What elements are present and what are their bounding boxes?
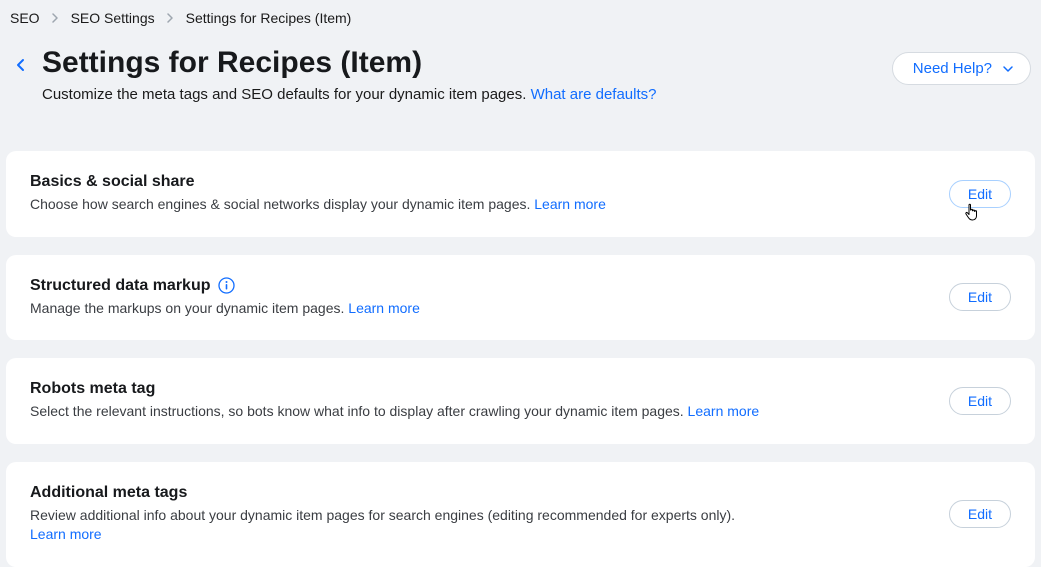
card-title: Additional meta tags <box>30 484 187 502</box>
settings-card: Basics & social share Choose how search e… <box>6 151 1035 237</box>
chevron-down-icon <box>1002 65 1014 73</box>
cursor-pointer-icon <box>964 203 980 221</box>
edit-button[interactable]: Edit <box>949 180 1011 208</box>
card-title-row: Additional meta tags <box>30 484 949 502</box>
card-content: Robots meta tag Select the relevant instr… <box>30 380 949 422</box>
breadcrumb-item-seo-settings[interactable]: SEO Settings <box>71 10 155 26</box>
page-subtitle: Customize the meta tags and SEO defaults… <box>42 84 892 105</box>
subtitle-text: Customize the meta tags and SEO defaults… <box>42 86 531 103</box>
back-button[interactable] <box>10 54 32 76</box>
learn-more-link[interactable]: Learn more <box>688 403 760 419</box>
need-help-button[interactable]: Need Help? <box>892 52 1031 85</box>
learn-more-link[interactable]: Learn more <box>30 526 102 542</box>
card-description-text: Manage the markups on your dynamic item … <box>30 300 348 316</box>
card-title: Basics & social share <box>30 173 195 191</box>
breadcrumb-item-current: Settings for Recipes (Item) <box>186 10 352 26</box>
edit-button[interactable]: Edit <box>949 283 1011 311</box>
edit-button-label: Edit <box>968 393 992 409</box>
card-title-row: Robots meta tag <box>30 380 949 398</box>
card-title: Robots meta tag <box>30 380 155 398</box>
breadcrumb: SEO SEO Settings Settings for Recipes (I… <box>0 0 1041 38</box>
edit-button[interactable]: Edit <box>949 387 1011 415</box>
page-header: Settings for Recipes (Item) Customize th… <box>0 46 1041 105</box>
card-content: Structured data markup Manage the markups… <box>30 277 949 319</box>
chevron-right-icon <box>167 13 174 23</box>
edit-button[interactable]: Edit <box>949 500 1011 528</box>
settings-card: Robots meta tag Select the relevant instr… <box>6 358 1035 444</box>
info-icon[interactable] <box>218 277 235 294</box>
card-description: Select the relevant instructions, so bot… <box>30 402 949 422</box>
card-title: Structured data markup <box>30 277 210 295</box>
card-description: Review additional info about your dynami… <box>30 506 949 545</box>
learn-more-link[interactable]: Learn more <box>534 196 606 212</box>
page-title: Settings for Recipes (Item) <box>42 46 892 80</box>
edit-button-label: Edit <box>968 186 992 202</box>
card-description: Manage the markups on your dynamic item … <box>30 299 949 319</box>
settings-card: Structured data markup Manage the markups… <box>6 255 1035 341</box>
settings-cards: Basics & social share Choose how search e… <box>0 151 1041 567</box>
chevron-right-icon <box>52 13 59 23</box>
breadcrumb-item-seo[interactable]: SEO <box>10 10 40 26</box>
card-description-text: Review additional info about your dynami… <box>30 507 735 523</box>
card-title-row: Basics & social share <box>30 173 949 191</box>
learn-more-link[interactable]: Learn more <box>348 300 420 316</box>
what-are-defaults-link[interactable]: What are defaults? <box>531 86 657 103</box>
card-content: Additional meta tags Review additional in… <box>30 484 949 545</box>
need-help-label: Need Help? <box>913 60 992 77</box>
card-description: Choose how search engines & social netwo… <box>30 195 949 215</box>
card-title-row: Structured data markup <box>30 277 949 295</box>
card-description-text: Select the relevant instructions, so bot… <box>30 403 688 419</box>
card-description-text: Choose how search engines & social netwo… <box>30 196 534 212</box>
card-content: Basics & social share Choose how search e… <box>30 173 949 215</box>
settings-card: Additional meta tags Review additional in… <box>6 462 1035 567</box>
edit-button-label: Edit <box>968 506 992 522</box>
edit-button-label: Edit <box>968 289 992 305</box>
